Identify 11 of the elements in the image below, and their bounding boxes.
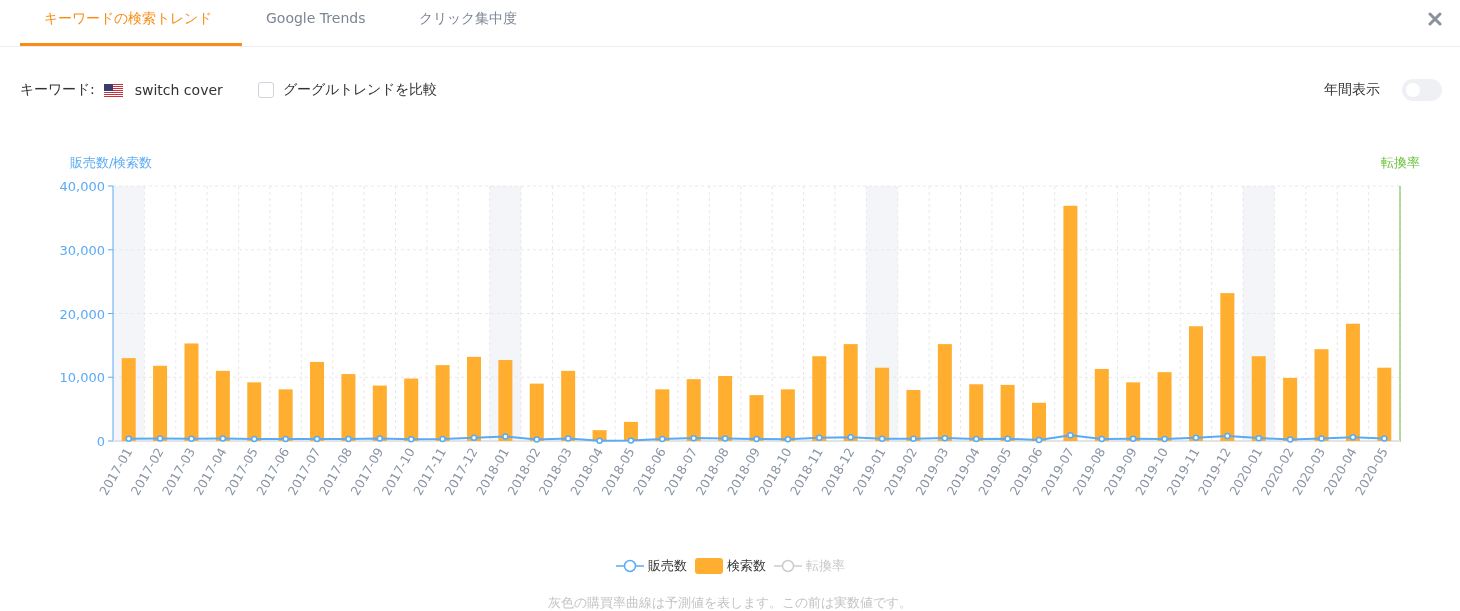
tick-label: 20,000 bbox=[59, 306, 105, 322]
tick-label: 30,000 bbox=[59, 242, 105, 258]
compare-label: グーグルトレンドを比較 bbox=[282, 81, 437, 99]
tick-label: 10,000 bbox=[59, 370, 105, 386]
axis-title: 転換率 bbox=[1381, 155, 1420, 170]
keyword-label: キーワード: bbox=[20, 81, 95, 99]
annual-view-label: 年間表示 bbox=[1324, 81, 1380, 99]
keyword-value: switch cover bbox=[134, 82, 223, 98]
axis-title: 販売数/検索数 bbox=[70, 155, 153, 170]
tick-label: 0 bbox=[96, 434, 105, 449]
tick-label: 40,000 bbox=[59, 179, 105, 194]
